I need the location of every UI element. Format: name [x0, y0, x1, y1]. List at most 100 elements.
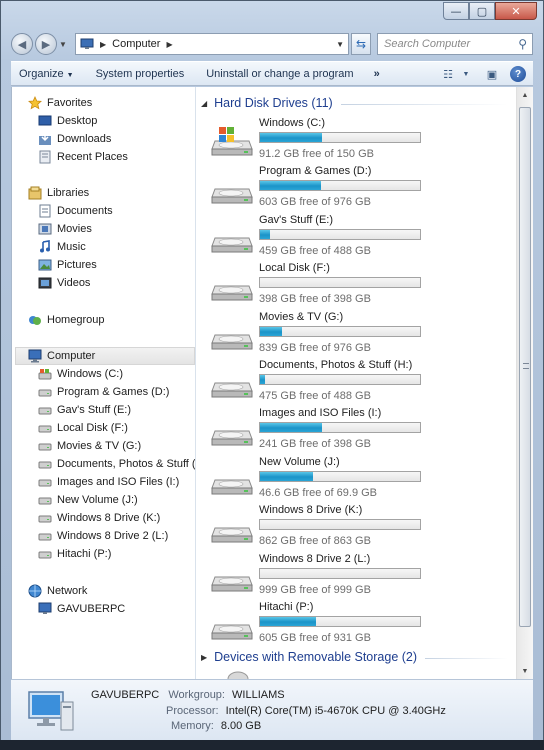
group-header-removable[interactable]: ▶ Devices with Removable Storage (2) — [201, 648, 508, 666]
preview-pane-icon[interactable]: ▣ — [483, 65, 501, 83]
drive-tile[interactable]: Documents, Photos & Stuff (H:) 475 GB fre… — [211, 359, 431, 405]
nav-item-drive[interactable]: Windows (C:) — [38, 365, 123, 383]
back-button[interactable]: ◀ — [11, 33, 33, 55]
computer-icon — [28, 349, 42, 363]
details-processor-row: Processor: Intel(R) Core(TM) i5-4670K CP… — [166, 705, 446, 717]
nav-homegroup-label: Homegroup — [47, 314, 105, 326]
scroll-thumb[interactable] — [519, 107, 531, 627]
view-options-icon[interactable]: ☷ — [439, 65, 457, 83]
breadcrumb-computer[interactable]: Computer — [112, 38, 160, 50]
nav-item-movies[interactable]: Movies — [38, 220, 92, 238]
details-memory-row: Memory: 8.00 GB — [171, 720, 261, 732]
nav-item-drive[interactable]: Windows 8 Drive (K:) — [38, 509, 160, 527]
nav-item-drive[interactable]: New Volume (J:) — [38, 491, 138, 509]
removable-drive-icon[interactable] — [227, 671, 249, 679]
desktop-icon — [38, 115, 52, 126]
system-properties-button[interactable]: System properties — [88, 68, 193, 80]
nav-item-desktop[interactable]: Desktop — [38, 112, 97, 130]
vertical-scrollbar[interactable]: ▲ ▼ — [516, 87, 533, 679]
organize-label: Organize — [19, 67, 64, 80]
drive-usage-fill — [260, 229, 270, 239]
drive-name: Images and ISO Files (I:) — [259, 407, 382, 420]
nav-item-documents[interactable]: Documents — [38, 202, 113, 220]
drive-tile[interactable]: Windows 8 Drive 2 (L:) 999 GB free of 999… — [211, 553, 431, 599]
content-pane[interactable]: ◢ Hard Disk Drives (11) Windows (C:) 91.2… — [197, 87, 516, 679]
nav-homegroup[interactable]: Homegroup — [28, 311, 104, 329]
drive-tile[interactable]: Gav's Stuff (E:) 459 GB free of 488 GB — [211, 214, 431, 260]
nav-favorites[interactable]: Favorites — [28, 94, 92, 112]
address-bar[interactable]: ▶ Computer ▶ ▼ — [75, 33, 349, 55]
nav-item-drive[interactable]: Gav's Stuff (E:) — [38, 401, 131, 419]
view-dropdown-icon[interactable]: ▼ — [457, 65, 475, 83]
maximize-button[interactable]: ▢ — [469, 2, 495, 20]
drive-tile[interactable]: Windows (C:) 91.2 GB free of 150 GB — [211, 117, 431, 163]
help-button[interactable]: ? — [509, 65, 527, 83]
collapse-group-icon[interactable]: ◢ — [201, 99, 207, 108]
drive-icon — [38, 497, 52, 505]
refresh-button[interactable]: ⇆ — [351, 33, 371, 55]
drive-tile[interactable]: Local Disk (F:) 398 GB free of 398 GB — [211, 262, 431, 308]
nav-computer[interactable]: Computer — [15, 347, 195, 365]
drive-free-space: 475 GB free of 488 GB — [259, 390, 371, 402]
group-divider — [340, 103, 508, 105]
drive-usage-fill — [260, 181, 321, 191]
nav-item-label: Windows (C:) — [57, 368, 124, 380]
drive-usage-bar — [259, 325, 421, 337]
nav-item-drive[interactable]: Local Disk (F:) — [38, 419, 128, 437]
homegroup-icon — [29, 316, 41, 325]
hard-drive-icon — [211, 382, 253, 398]
drive-tile[interactable]: Windows 8 Drive (K:) 862 GB free of 863 G… — [211, 504, 431, 550]
breadcrumb-separator-icon[interactable]: ▶ — [100, 40, 106, 49]
organize-menu[interactable]: Organize ▼ — [11, 68, 82, 80]
nav-favorites-label: Favorites — [47, 97, 93, 109]
drive-usage-bar — [259, 422, 421, 434]
close-button[interactable]: ✕ — [495, 2, 537, 20]
hard-drive-icon — [211, 527, 253, 543]
breadcrumb-chevron-icon[interactable]: ▶ — [166, 40, 172, 49]
minimize-button[interactable]: — — [443, 2, 469, 20]
expand-group-icon[interactable]: ▶ — [201, 653, 207, 662]
more-commands-button[interactable]: » — [366, 68, 388, 80]
scroll-up-icon[interactable]: ▲ — [517, 87, 533, 103]
search-input[interactable]: Search Computer ⚲ — [377, 33, 533, 55]
drive-free-space: 605 GB free of 931 GB — [259, 632, 371, 644]
nav-item-music[interactable]: Music — [38, 238, 86, 256]
nav-item-drive[interactable]: Windows 8 Drive 2 (L:) — [38, 527, 168, 545]
navigation-pane[interactable]: Favorites Desktop Downloads Recent Place… — [12, 87, 196, 679]
explorer-window: — ▢ ✕ ◀ ▶ ▼ ▶ Computer ▶ ▼ ⇆ Search Comp… — [0, 0, 544, 750]
nav-item-downloads[interactable]: Downloads — [38, 130, 111, 148]
nav-network[interactable]: Network — [28, 582, 87, 600]
uninstall-program-button[interactable]: Uninstall or change a program — [198, 68, 361, 80]
drive-tile[interactable]: New Volume (J:) 46.6 GB free of 69.9 GB — [211, 456, 431, 502]
drive-icon — [38, 443, 52, 451]
nav-item-pictures[interactable]: Pictures — [38, 256, 97, 274]
scroll-down-icon[interactable]: ▼ — [517, 663, 533, 679]
nav-item-drive[interactable]: Documents, Photos & Stuff (H:) — [38, 455, 195, 473]
nav-libraries[interactable]: Libraries — [28, 184, 89, 202]
group-header-hdd[interactable]: ◢ Hard Disk Drives (11) — [201, 94, 508, 112]
search-icon[interactable]: ⚲ — [518, 37, 527, 51]
nav-item-drive[interactable]: Hitachi (P:) — [38, 545, 111, 563]
drive-tile[interactable]: Images and ISO Files (I:) 241 GB free of … — [211, 407, 431, 453]
nav-item-drive[interactable]: Movies & TV (G:) — [38, 437, 141, 455]
nav-item-drive[interactable]: Images and ISO Files (I:) — [38, 473, 179, 491]
drive-icon — [38, 389, 52, 397]
drive-icon — [38, 551, 52, 559]
details-processor-value: Intel(R) Core(TM) i5-4670K CPU @ 3.40GHz — [225, 705, 446, 717]
nav-item-gavuberpc[interactable]: GAVUBERPC — [38, 600, 125, 618]
nav-item-label: Movies & TV (G:) — [57, 440, 142, 452]
drive-tile[interactable]: Program & Games (D:) 603 GB free of 976 G… — [211, 165, 431, 211]
command-bar: Organize ▼ System properties Uninstall or… — [11, 61, 533, 86]
forward-button[interactable]: ▶ — [35, 33, 57, 55]
drive-tile[interactable]: Hitachi (P:) 605 GB free of 931 GB — [211, 601, 431, 647]
search-placeholder: Search Computer — [384, 38, 471, 50]
nav-network-label: Network — [47, 585, 88, 597]
nav-item-drive[interactable]: Program & Games (D:) — [38, 383, 169, 401]
nav-item-recent-places[interactable]: Recent Places — [38, 148, 128, 166]
nav-item-videos[interactable]: Videos — [38, 274, 90, 292]
nav-libraries-label: Libraries — [47, 187, 90, 199]
address-dropdown-icon[interactable]: ▼ — [336, 40, 344, 49]
nav-item-label: Windows 8 Drive 2 (L:) — [57, 530, 169, 542]
recent-pages-dropdown[interactable]: ▼ — [59, 40, 69, 49]
drive-tile[interactable]: Movies & TV (G:) 839 GB free of 976 GB — [211, 311, 431, 357]
